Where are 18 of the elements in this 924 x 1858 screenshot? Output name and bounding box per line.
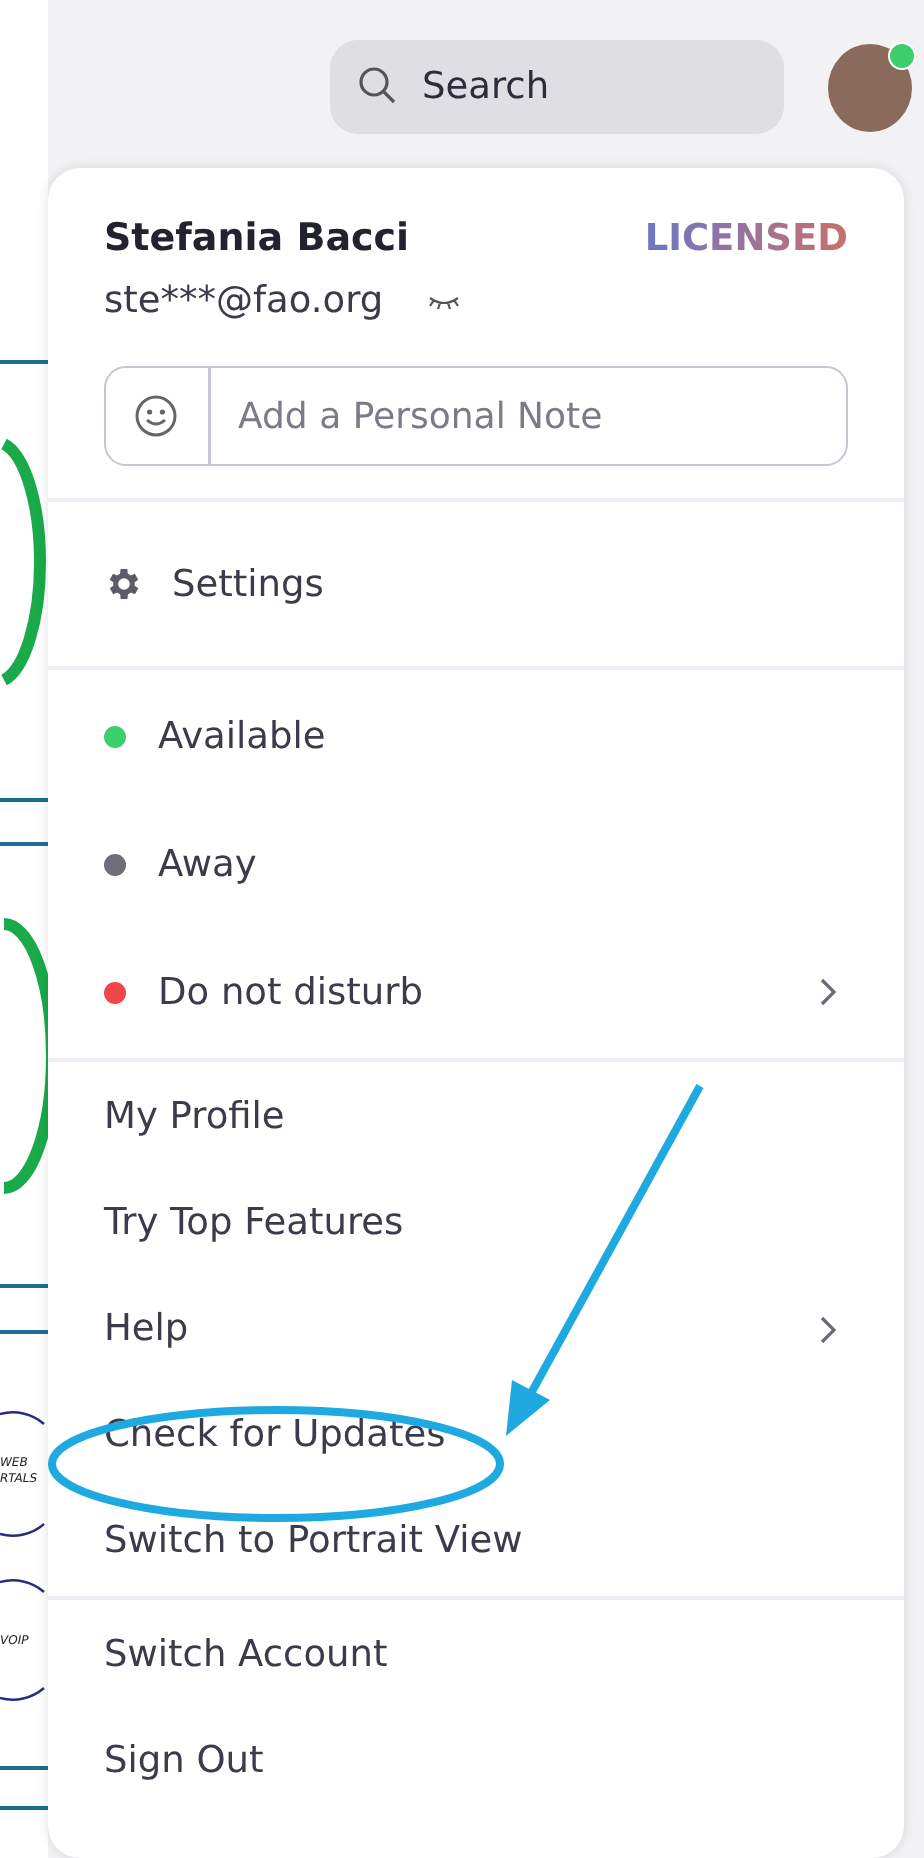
menu-item[interactable]: Settings [48,502,904,666]
search-field[interactable]: Search [330,40,784,134]
menu-item[interactable]: Switch to Portrait View [48,1488,904,1594]
user-name: Stefania Bacci [104,216,410,260]
menu-item[interactable]: Do not disturb [48,928,904,1056]
menu-item[interactable]: Away [48,800,904,928]
menu-item[interactable]: Switch Account [48,1602,904,1708]
avatar[interactable] [828,44,912,132]
user-email: ste***@fao.org [104,280,384,322]
menu-item[interactable]: Try Top Features [48,1170,904,1276]
personal-note-field[interactable]: Add a Personal Note [104,366,848,466]
menu-item[interactable]: My Profile [48,1064,904,1170]
menu-item[interactable]: Help [48,1276,904,1382]
menu-item[interactable]: Sign Out [48,1708,904,1814]
closed-eye-icon[interactable] [427,293,460,309]
menu-item[interactable]: Available [48,672,904,800]
settings-icon [104,564,144,604]
smiley-icon[interactable] [134,394,178,438]
